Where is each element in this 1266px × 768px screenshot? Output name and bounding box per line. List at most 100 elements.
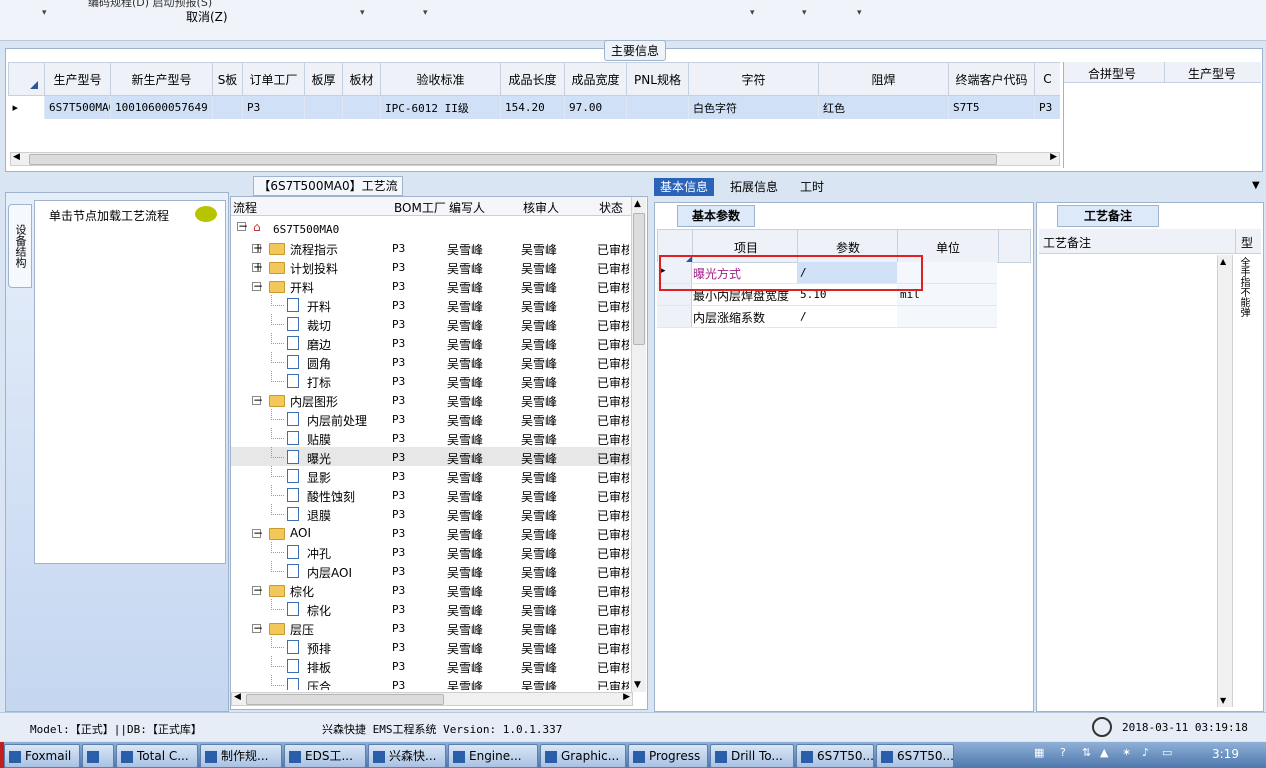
cancel-button[interactable]: 取消(Z) bbox=[186, 8, 228, 25]
collapse-icon[interactable]: − bbox=[237, 220, 248, 232]
tree-node-row[interactable]: 裁切 P3 吴雪峰 吴雪峰 已审核 bbox=[231, 314, 631, 333]
table-cell[interactable]: 红色 bbox=[818, 95, 949, 119]
chevron-down-icon[interactable]: ▾ bbox=[360, 8, 365, 18]
column-header[interactable]: 成品长度 bbox=[500, 62, 565, 96]
scroll-left-icon[interactable]: ◀ bbox=[234, 692, 241, 702]
scroll-down-icon[interactable]: ▼ bbox=[1220, 696, 1226, 705]
tree-node-row[interactable]: 排板 P3 吴雪峰 吴雪峰 已审核 bbox=[231, 656, 631, 675]
table-cell[interactable]: 97.00 bbox=[564, 95, 627, 119]
param-value[interactable]: / bbox=[797, 306, 900, 327]
vertical-scrollbar[interactable]: ▲ ▼ bbox=[631, 197, 646, 692]
taskbar-button[interactable]: 6S7T50... bbox=[796, 744, 874, 768]
tray-icon[interactable]: ▦ bbox=[1034, 746, 1044, 759]
tree-node-row[interactable]: 贴膜 P3 吴雪峰 吴雪峰 已审核 bbox=[231, 428, 631, 447]
taskbar-button[interactable]: 兴森快... bbox=[368, 744, 446, 768]
tree-folder-row[interactable]: + 流程指示 P3 吴雪峰 吴雪峰 已审核 bbox=[231, 238, 631, 257]
tab-equipment-structure[interactable]: 设备结构 bbox=[8, 204, 32, 288]
column-header[interactable]: 阻焊 bbox=[818, 62, 949, 96]
scroll-down-icon[interactable]: ▼ bbox=[634, 680, 641, 690]
column-header[interactable]: 订单工厂 bbox=[242, 62, 305, 96]
scroll-right-icon[interactable]: ▶ bbox=[623, 692, 630, 702]
chevron-down-icon[interactable]: ▾ bbox=[802, 8, 807, 18]
column-header[interactable]: S板 bbox=[212, 62, 243, 96]
column-header[interactable]: C bbox=[1034, 62, 1060, 96]
tree-root-row[interactable]: − ⌂ 6S7T500MA0 bbox=[231, 219, 631, 238]
tree-folder-row[interactable]: − 开料 P3 吴雪峰 吴雪峰 已审核 bbox=[231, 276, 631, 295]
column-header[interactable]: 生产型号 bbox=[44, 62, 111, 96]
param-row[interactable]: 内层涨缩系数 / bbox=[657, 306, 997, 328]
tree-node-row[interactable]: 内层前处理 P3 吴雪峰 吴雪峰 已审核 bbox=[231, 409, 631, 428]
tree-node-row[interactable]: 曝光 P3 吴雪峰 吴雪峰 已审核 bbox=[231, 447, 631, 466]
column-header[interactable]: 终端客户代码 bbox=[948, 62, 1035, 96]
scrollbar-thumb[interactable] bbox=[246, 694, 444, 705]
scrollbar-thumb[interactable] bbox=[633, 213, 645, 345]
tree-folder-row[interactable]: − 棕化 P3 吴雪峰 吴雪峰 已审核 bbox=[231, 580, 631, 599]
scroll-up-icon[interactable]: ▲ bbox=[1220, 257, 1226, 266]
horizontal-scrollbar[interactable]: ◀ ▶ bbox=[231, 692, 633, 706]
tab-extended-info[interactable]: 拓展信息 bbox=[724, 178, 784, 196]
tree-node-row[interactable]: 棕化 P3 吴雪峰 吴雪峰 已审核 bbox=[231, 599, 631, 618]
tree-folder-row[interactable]: − AOI P3 吴雪峰 吴雪峰 已审核 bbox=[231, 523, 631, 542]
column-header[interactable]: 板材 bbox=[342, 62, 381, 96]
tree-folder-row[interactable]: + 计划投料 P3 吴雪峰 吴雪峰 已审核 bbox=[231, 257, 631, 276]
table-cell[interactable] bbox=[342, 95, 381, 119]
table-cell[interactable]: 白色字符 bbox=[688, 95, 819, 119]
taskbar-button[interactable]: 6S7T50... bbox=[876, 744, 954, 768]
taskbar-button[interactable]: Progress bbox=[628, 744, 708, 768]
table-cell[interactable]: 6S7T500MA0 bbox=[44, 95, 111, 119]
tab-work-hours[interactable]: 工时 bbox=[794, 178, 830, 196]
taskbar-button[interactable]: Engine... bbox=[448, 744, 538, 768]
table-cell[interactable]: P3 bbox=[242, 95, 305, 119]
tree-node-row[interactable]: 打标 P3 吴雪峰 吴雪峰 已审核 bbox=[231, 371, 631, 390]
tab-basic-info[interactable]: 基本信息 bbox=[654, 178, 715, 196]
volume-icon[interactable]: ♪ bbox=[1142, 746, 1149, 759]
tree-node-row[interactable]: 圆角 P3 吴雪峰 吴雪峰 已审核 bbox=[231, 352, 631, 371]
help-icon[interactable]: ? bbox=[1060, 746, 1066, 759]
tree-folder-row[interactable]: − 层压 P3 吴雪峰 吴雪峰 已审核 bbox=[231, 618, 631, 637]
table-cell[interactable]: P3 bbox=[1034, 95, 1060, 119]
chevron-down-icon[interactable]: ▾ bbox=[423, 8, 428, 18]
taskbar-button[interactable]: Drill To... bbox=[710, 744, 794, 768]
taskbar-button[interactable]: Total C... bbox=[116, 744, 198, 768]
expand-icon[interactable]: − bbox=[252, 584, 263, 596]
expand-icon[interactable]: − bbox=[252, 394, 263, 406]
scroll-right-icon[interactable]: ▶ bbox=[1050, 152, 1057, 162]
taskbar-button[interactable]: Foxmail bbox=[4, 744, 80, 768]
expand-icon[interactable]: + bbox=[252, 242, 263, 254]
column-header[interactable]: 成品宽度 bbox=[564, 62, 627, 96]
taskbar-button[interactable]: EDS工... bbox=[284, 744, 366, 768]
expand-icon[interactable]: − bbox=[252, 527, 263, 539]
scrollbar-thumb[interactable] bbox=[29, 154, 997, 165]
tree-node-row[interactable]: 退膜 P3 吴雪峰 吴雪峰 已审核 bbox=[231, 504, 631, 523]
table-row[interactable]: ▸ 6S7T500MA0 10010600057649 P3 IPC-6012 II级… bbox=[8, 95, 1060, 119]
tree-node-row[interactable]: 内层AOI P3 吴雪峰 吴雪峰 已审核 bbox=[231, 561, 631, 580]
table-cell[interactable] bbox=[626, 95, 689, 119]
network-icon[interactable]: ⇅ bbox=[1082, 746, 1091, 759]
column-header[interactable]: 验收标准 bbox=[380, 62, 501, 96]
vertical-scrollbar[interactable]: ▲ ▼ bbox=[1217, 255, 1233, 707]
taskbar-button[interactable]: Graphic... bbox=[540, 744, 626, 768]
tree-node-row[interactable]: 显影 P3 吴雪峰 吴雪峰 已审核 bbox=[231, 466, 631, 485]
table-cell[interactable] bbox=[212, 95, 243, 119]
scroll-left-icon[interactable]: ◀ bbox=[13, 152, 20, 162]
expand-icon[interactable]: − bbox=[252, 280, 263, 292]
antivirus-icon[interactable]: ✶ bbox=[1122, 746, 1131, 759]
tree-node-row[interactable]: 压合 P3 吴雪峰 吴雪峰 已审核 bbox=[231, 675, 631, 690]
column-header[interactable]: 新生产型号 bbox=[110, 62, 213, 96]
tree-node-row[interactable]: 磨边 P3 吴雪峰 吴雪峰 已审核 bbox=[231, 333, 631, 352]
column-header[interactable]: 字符 bbox=[688, 62, 819, 96]
tree-node-row[interactable]: 冲孔 P3 吴雪峰 吴雪峰 已审核 bbox=[231, 542, 631, 561]
chevron-down-icon[interactable]: ▾ bbox=[42, 8, 47, 18]
table-cell[interactable]: IPC-6012 II级 bbox=[380, 95, 501, 119]
table-cell[interactable]: 154.20 bbox=[500, 95, 565, 119]
tree-node-row[interactable]: 预排 P3 吴雪峰 吴雪峰 已审核 bbox=[231, 637, 631, 656]
scroll-up-icon[interactable]: ▲ bbox=[634, 199, 641, 209]
horizontal-scrollbar[interactable]: ◀ ▶ bbox=[10, 152, 1060, 166]
table-cell[interactable] bbox=[304, 95, 343, 119]
table-cell[interactable]: S7T5 bbox=[948, 95, 1035, 119]
taskbar-button[interactable] bbox=[82, 744, 114, 768]
tree-node-row[interactable]: 酸性蚀刻 P3 吴雪峰 吴雪峰 已审核 bbox=[231, 485, 631, 504]
column-header[interactable]: PNL规格 bbox=[626, 62, 689, 96]
expand-icon[interactable]: − bbox=[252, 622, 263, 634]
tree-folder-row[interactable]: − 内层图形 P3 吴雪峰 吴雪峰 已审核 bbox=[231, 390, 631, 409]
